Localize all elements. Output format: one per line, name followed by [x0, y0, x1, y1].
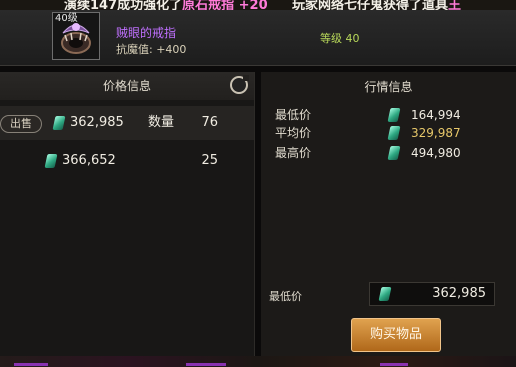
item-info-panel: 40级 贼眼的戒指 抗魔值: +400 等级 40 [0, 10, 516, 66]
buy-button[interactable]: 购买物品 [351, 318, 441, 352]
ticker-right: 玩家网络七仔鬼获得了道具王 [292, 0, 461, 10]
market-value: 329,987 [411, 126, 461, 140]
price-info-header: 价格信息 [0, 72, 254, 100]
market-info-panel: 行情信息 最低价 164,994 平均价 329,987 最高价 494,980 [261, 72, 516, 252]
listing-row[interactable]: 出售 362,985 数量 76 [0, 106, 254, 140]
gem-icon [44, 153, 58, 168]
system-ticker: 演续147成功强化了原石戒指 +20 玩家网络七仔鬼获得了道具王 [0, 0, 516, 10]
market-row-avg: 平均价 329,987 [275, 124, 505, 142]
price-info-title: 价格信息 [102, 79, 151, 93]
item-stat: 抗魔值: +400 [116, 43, 187, 56]
footer-strip [0, 356, 516, 367]
gem-icon [378, 287, 392, 301]
gem-icon [387, 108, 401, 122]
ring-icon[interactable]: 40级 [52, 12, 100, 60]
item-required-level: 等级 40 [320, 32, 360, 45]
ticker-right-highlight: 王 [448, 0, 462, 10]
ticker-left: 演续147成功强化了原石戒指 +20 [64, 0, 268, 10]
market-label: 平均价 [275, 126, 312, 140]
ticker-right-text: 玩家网络七仔鬼获得了道具 [292, 0, 449, 10]
market-label: 最低价 [275, 108, 312, 122]
item-name: 贼眼的戒指 [116, 26, 177, 40]
min-price-field[interactable]: 362,985 [369, 282, 495, 306]
market-value: 164,994 [411, 108, 461, 122]
listing-price: 362,985 [70, 115, 124, 130]
market-value: 494,980 [411, 146, 461, 160]
gem-icon [387, 126, 401, 140]
listing-row[interactable]: 366,652 25 [0, 144, 254, 178]
market-info-title: 行情信息 [364, 80, 413, 94]
quantity-label: 数量 [148, 115, 175, 130]
min-price-value: 362,985 [432, 286, 486, 301]
market-row-max: 最高价 494,980 [275, 144, 505, 162]
refresh-icon[interactable] [230, 75, 249, 94]
market-row-min: 最低价 164,994 [275, 106, 505, 124]
buy-section: 最低价 362,985 购买物品 [261, 252, 516, 356]
gem-icon [52, 115, 66, 130]
ticker-left-highlight: 原石戒指 +20 [182, 0, 268, 10]
gem-icon [387, 146, 401, 160]
min-price-label: 最低价 [269, 290, 302, 303]
ticker-left-text: 演续147成功强化了 [64, 0, 183, 10]
listing-quantity: 25 [201, 153, 218, 168]
sell-button[interactable]: 出售 [0, 115, 42, 133]
price-info-panel: 价格信息 出售 362,985 数量 76 366,652 25 [0, 72, 255, 356]
item-level-badge: 40级 [55, 13, 78, 24]
listing-price: 366,652 [62, 153, 116, 168]
market-label: 最高价 [275, 146, 312, 160]
listing-quantity: 76 [201, 115, 218, 130]
